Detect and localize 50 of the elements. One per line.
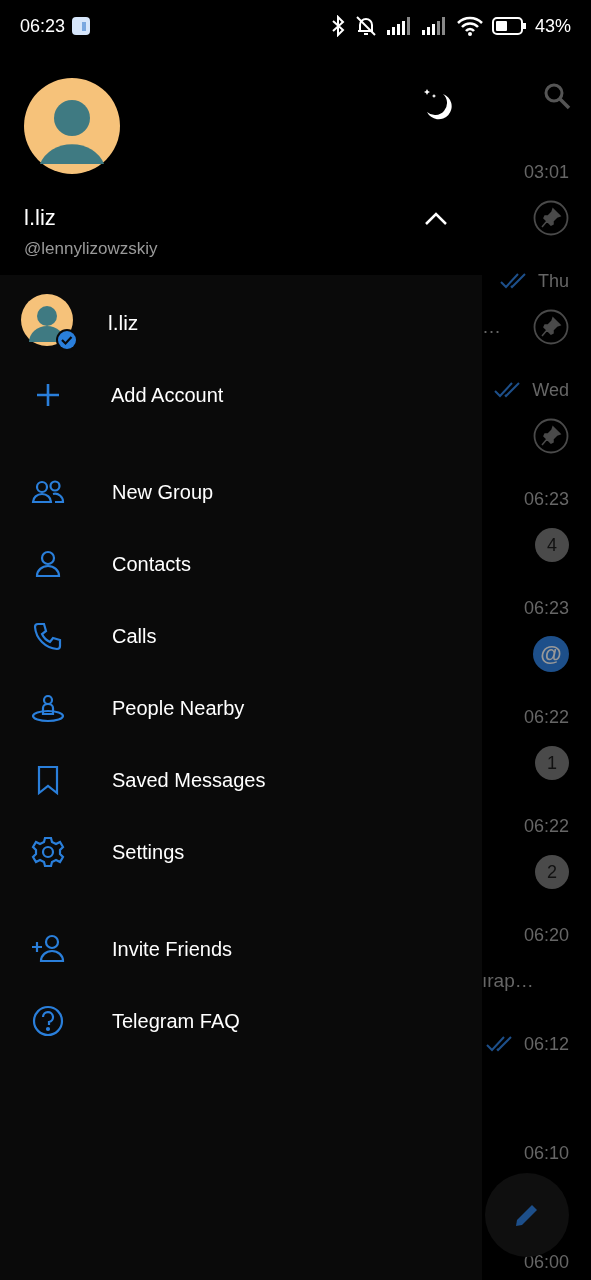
profile-username: @lennylizowzskiy <box>24 238 158 260</box>
chat-time: 06:10 <box>523 1142 569 1164</box>
muted-bell-icon <box>353 15 378 37</box>
avatar <box>21 294 73 346</box>
message-preview: ırap… <box>482 970 534 992</box>
menu-item[interactable]: People Nearby <box>0 672 482 744</box>
avatar[interactable] <box>24 78 120 174</box>
profile-name: l.liz <box>24 206 57 230</box>
unread-count: 4 <box>535 528 569 562</box>
chat-time: 06:00 <box>523 1251 569 1273</box>
menu-item[interactable]: New Group <box>0 456 482 528</box>
menu-item[interactable]: Contacts <box>0 528 482 600</box>
pin-icon <box>533 200 569 236</box>
unread-count: 2 <box>535 855 569 889</box>
chevron-icon[interactable] <box>424 212 448 226</box>
menu-item[interactable]: Calls <box>0 600 482 672</box>
chat-time: 06:23 <box>523 597 569 619</box>
bluetooth-icon <box>330 15 345 37</box>
account-item[interactable]: l.liz <box>0 287 482 359</box>
signal-icon <box>386 17 413 35</box>
help-icon <box>30 1005 66 1037</box>
chat-time: 06:22 <box>523 706 569 728</box>
battery-icon <box>491 17 526 35</box>
unread-count: 1 <box>535 746 569 780</box>
chat-time: 06:22 <box>523 815 569 837</box>
menu-item[interactable]: Telegram FAQ <box>0 985 482 1057</box>
signal-icon <box>421 17 448 35</box>
chat-time: 06:12 <box>523 1033 569 1055</box>
pin-icon <box>533 309 569 345</box>
wifi-icon <box>456 16 483 36</box>
status-time: 06:23 <box>20 15 66 37</box>
plus-icon <box>36 383 60 407</box>
search-icon[interactable] <box>543 82 571 110</box>
message-preview: … <box>482 316 501 338</box>
add-account-item[interactable]: Add Account <box>0 359 482 431</box>
notification-icon <box>72 17 91 35</box>
chat-time: 03:01 <box>523 161 569 183</box>
menu-item[interactable]: Invite Friends <box>0 913 482 985</box>
chat-time: 06:20 <box>523 924 569 946</box>
battery-level: 43% <box>534 15 571 37</box>
mention-badge: @ <box>533 636 569 672</box>
chat-time: Thu <box>537 270 569 292</box>
settings-icon <box>30 836 66 868</box>
chat-time: 06:23 <box>523 488 569 510</box>
person-pin-icon <box>30 692 66 724</box>
person-plus-icon <box>30 933 66 965</box>
chat-time: Wed <box>532 379 569 401</box>
pin-icon <box>533 418 569 454</box>
menu-item[interactable]: Settings <box>0 816 482 888</box>
menu-item[interactable]: Saved Messages <box>0 744 482 816</box>
